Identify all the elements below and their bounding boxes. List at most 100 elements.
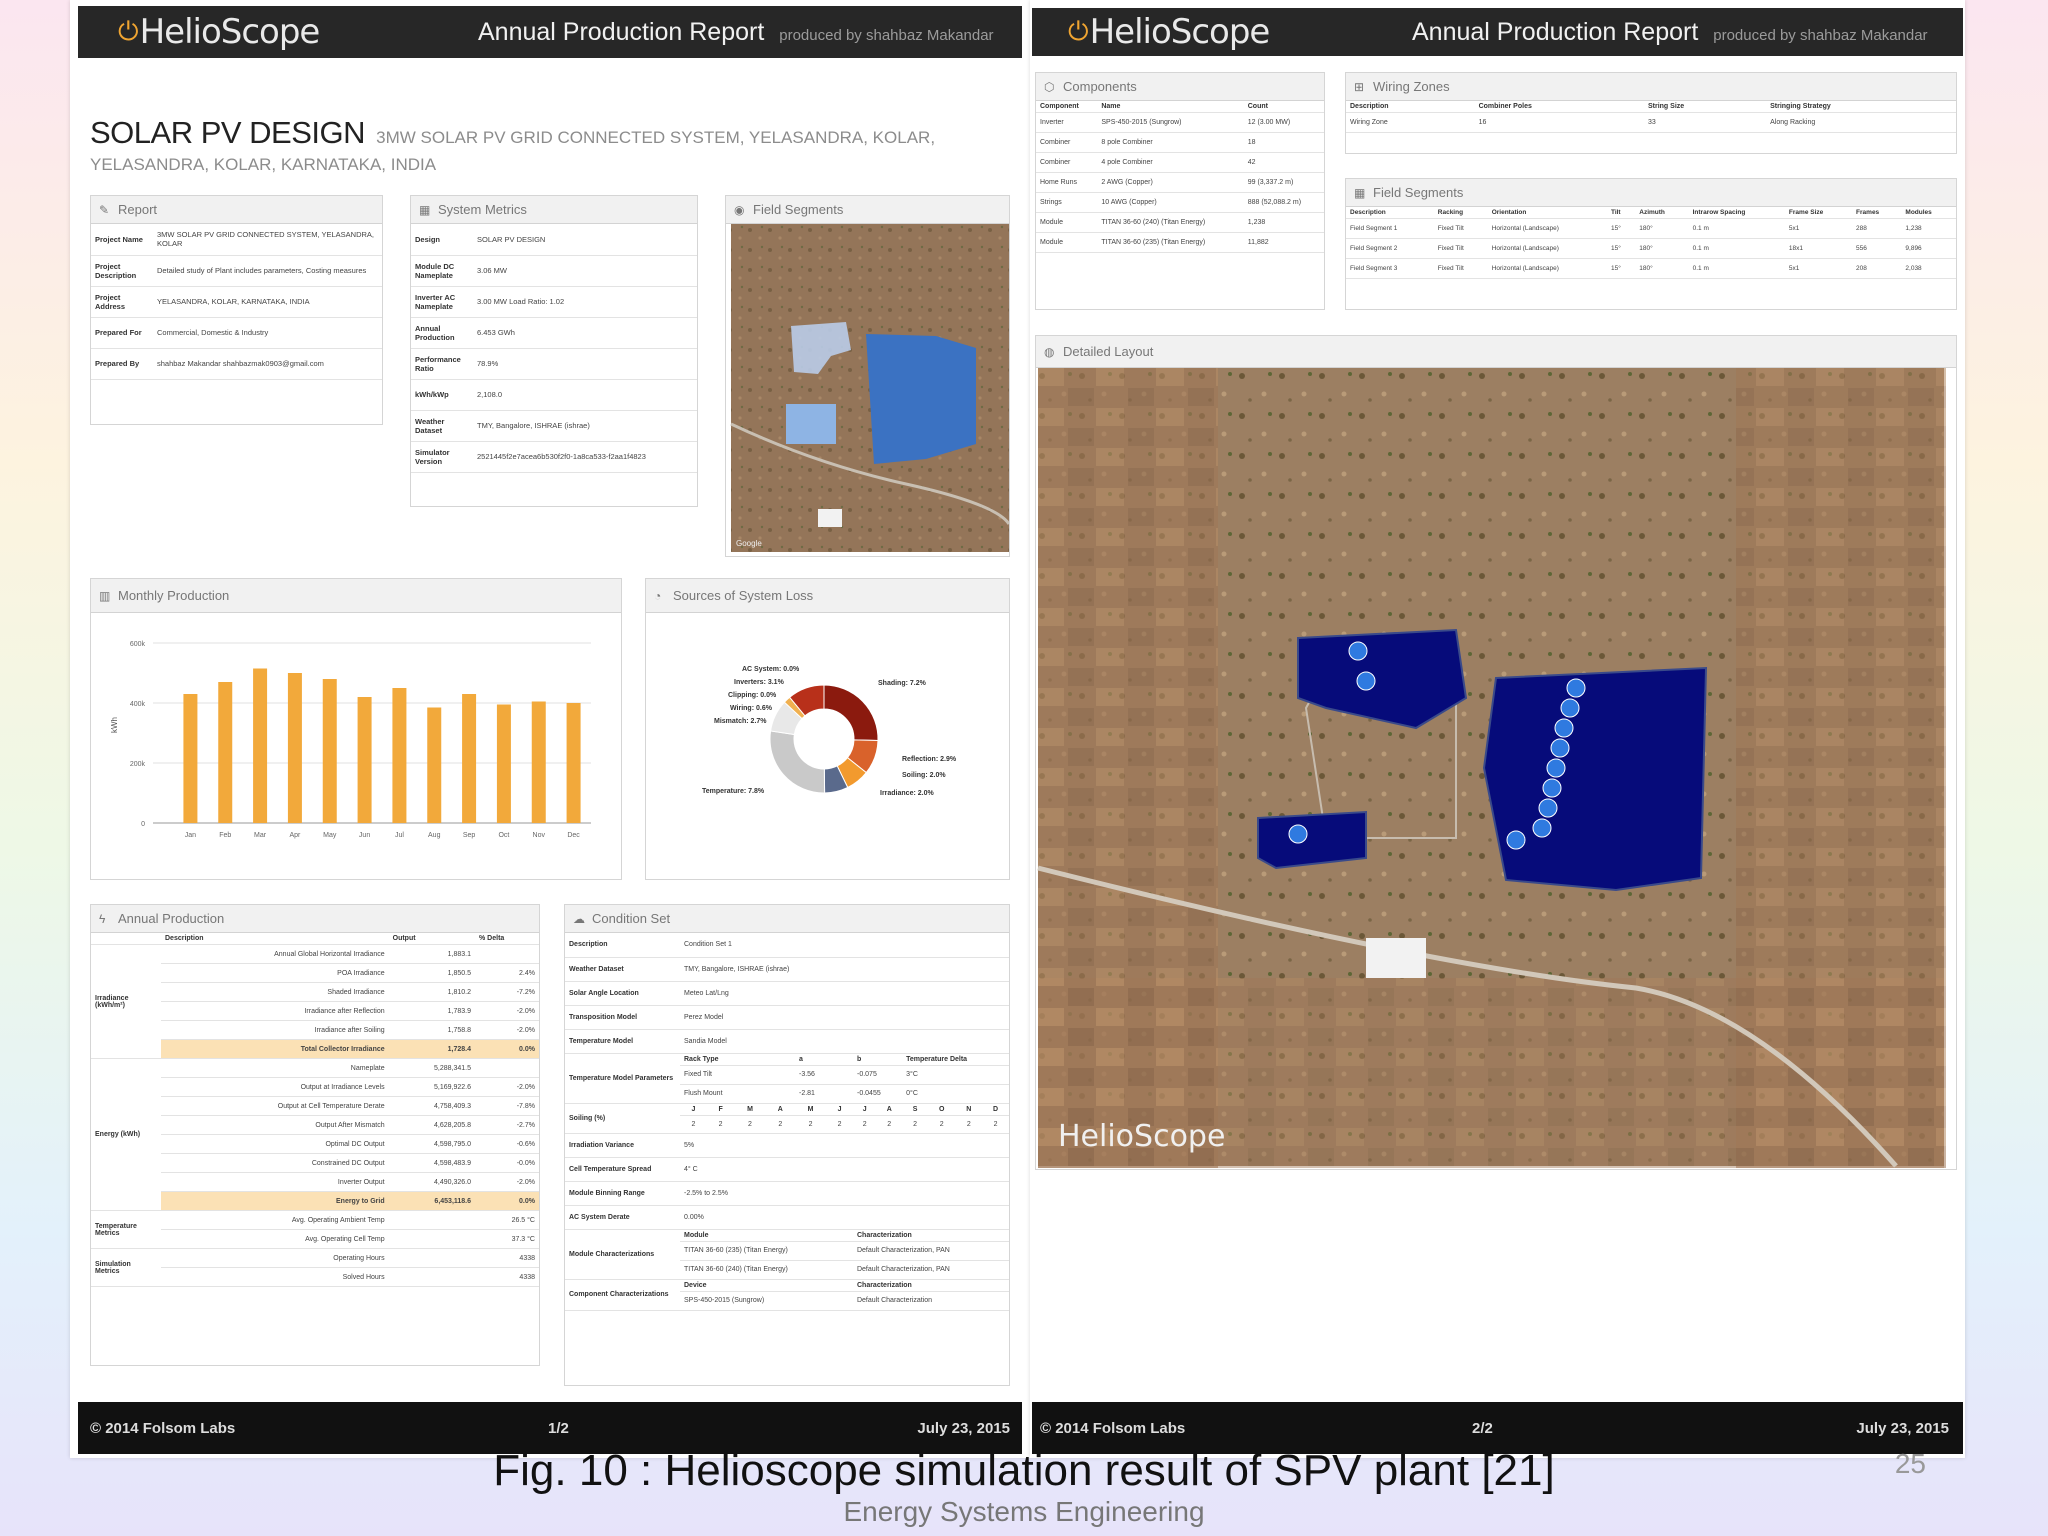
y-tick-label: 400k [130, 701, 146, 708]
row-value: Detailed study of Plant includes paramet… [153, 255, 382, 287]
column-header: Characterization [852, 1279, 1009, 1292]
soiling-value: 2 [680, 1115, 707, 1134]
row-value: 3.06 MW [473, 255, 697, 287]
row-output: 1,728.4 [388, 1039, 476, 1059]
table-cell: Strings [1036, 192, 1098, 213]
row-delta: -2.7% [475, 1115, 539, 1135]
annual-production-panel: ϟ Annual Production Description Output% De… [90, 904, 540, 1366]
row-output: 4,598,483.9 [388, 1153, 476, 1173]
row-delta: -2.0% [475, 1020, 539, 1040]
map-marker-icon: ◉ [734, 202, 745, 217]
soiling-value: 2 [826, 1115, 853, 1134]
slide-number: 25 [1894, 1448, 1926, 1479]
row-key: Description [565, 933, 680, 958]
y-tick-label: 200k [130, 761, 146, 768]
table-cell: Default Characterization [852, 1291, 1009, 1311]
table-cell: Combiner [1036, 152, 1098, 173]
row-key: Solar Angle Location [565, 981, 680, 1006]
table-row: Inverter AC Nameplate 3.00 MW Load Ratio:… [411, 286, 697, 318]
row-value: 6.453 GWh [473, 317, 697, 349]
donut-slice [823, 684, 879, 742]
column-header: Combiner Poles [1474, 101, 1644, 113]
month-header: O [928, 1103, 956, 1116]
row-description: Shaded Irradiance [161, 982, 389, 1002]
monthly-production-panel: ▥ Monthly Production 600k 400k 200k 0 kWh Jan F… [90, 578, 622, 880]
row-description: POA Irradiance [161, 963, 389, 983]
table-cell: Fixed Tilt [1433, 258, 1488, 279]
month-header: J [826, 1103, 853, 1116]
table-cell: 0°C [902, 1084, 1009, 1104]
column-header: Rack Type [680, 1053, 795, 1066]
x-tick-label: Jul [395, 832, 404, 839]
soiling-value: 2 [982, 1115, 1009, 1134]
table-cell: Inverter [1036, 112, 1098, 133]
column-header: a [794, 1053, 853, 1066]
soiling-value: 2 [734, 1115, 766, 1134]
table-row: Performance Ratio 78.9% [411, 348, 697, 380]
row-output: 1,758.8 [388, 1020, 476, 1040]
row-value: shahbaz Makandar shahbazmak0903@gmail.co… [153, 348, 382, 380]
table-row: Project Name 3MW SOLAR PV GRID CONNECTED … [91, 224, 382, 256]
metrics-table: Design SOLAR PV DESIGN Module DC Nameplate… [411, 224, 697, 473]
condition-set-table: Description Condition Set 1 Weather Datase… [565, 933, 1009, 1311]
condition-set-panel: ☁ Condition Set Description Condition Set … [564, 904, 1010, 1386]
month-header: A [876, 1103, 903, 1116]
table-row: Soiling (%) J F M A M J J A S O N D [565, 1103, 1009, 1134]
table-header-row: Description Output% Delta [91, 933, 539, 945]
row-output: 4,758,409.3 [388, 1096, 476, 1116]
bar-chart-icon: ▥ [99, 588, 111, 603]
table-cell: Home Runs [1036, 172, 1098, 193]
wiring-zones-table: Description Combiner Poles String Size Stri… [1346, 101, 1956, 133]
components-table: Component Name Count Inverter SPS-450-2015 (… [1036, 101, 1324, 253]
table-cell: 10 AWG (Copper) [1097, 192, 1244, 213]
annual-production-table: Description Output% Delta Irradiance (kWh/… [91, 933, 539, 1287]
x-tick-label: Nov [533, 832, 546, 839]
table-cell: TITAN 36-60 (240) (Titan Energy) [680, 1260, 853, 1280]
x-tick-label: May [323, 832, 337, 839]
table-cell: 99 (3,337.2 m) [1243, 172, 1324, 193]
svg-text:Google: Google [736, 539, 762, 548]
table-row: Combiner 4 pole Combiner 42 [1036, 152, 1324, 173]
row-delta: -2.0% [475, 1172, 539, 1192]
row-key: Prepared For [91, 317, 153, 349]
row-delta: -0.6% [475, 1134, 539, 1154]
month-header: D [982, 1103, 1009, 1116]
loss-label: Irradiance: 2.0% [880, 790, 934, 797]
globe-icon: ◍ [1044, 344, 1055, 359]
table-cell: Fixed Tilt [1433, 238, 1488, 259]
x-tick-label: Jun [359, 832, 370, 839]
x-tick-label: Apr [289, 832, 301, 839]
row-key: Temperature Model Parameters [565, 1053, 680, 1104]
table-cell: Field Segment 1 [1346, 218, 1434, 239]
row-output [388, 1229, 476, 1249]
row-value: 2,108.0 [473, 379, 697, 411]
bar [531, 701, 546, 823]
row-key: AC System Derate [565, 1205, 680, 1230]
row-output: 5,169,922.6 [388, 1077, 476, 1097]
table-cell: -0.0455 [852, 1084, 903, 1104]
soiling-value: 2 [928, 1115, 956, 1134]
row-delta [475, 1058, 539, 1078]
row-value: TMY, Bangalore, ISHRAE (ishrae) [473, 410, 697, 442]
detailed-layout-map: HelioScope [1037, 368, 1946, 1168]
column-header: Modules [1901, 207, 1956, 219]
loss-label: Mismatch: 2.7% [714, 718, 767, 725]
row-value: Sandia Model [680, 1029, 1009, 1054]
row-output: 4,628,205.8 [388, 1115, 476, 1135]
table-cell: 4 pole Combiner [1097, 152, 1244, 173]
design-title: SOLAR PV DESIGN 3MW SOLAR PV GRID CONNEC… [90, 115, 936, 174]
table-cell: 208 [1852, 258, 1902, 279]
power-icon: ⏻ [118, 16, 139, 47]
table-row: Design SOLAR PV DESIGN [411, 224, 697, 256]
row-delta [475, 944, 539, 964]
row-delta: -7.8% [475, 1096, 539, 1116]
table-row: Module DC Nameplate 3.06 MW [411, 255, 697, 287]
y-tick-label: 0 [141, 821, 145, 828]
table-header-row: Description Racking Orientation Tilt Azimuth… [1346, 207, 1956, 219]
table-cell: TITAN 36-60 (235) (Titan Energy) [1097, 232, 1244, 253]
table-cell: Module [1036, 212, 1098, 233]
row-value: SOLAR PV DESIGN [473, 224, 697, 256]
row-output: 1,883.1 [388, 944, 476, 964]
month-header: S [902, 1103, 928, 1116]
soiling-value: 2 [955, 1115, 983, 1134]
